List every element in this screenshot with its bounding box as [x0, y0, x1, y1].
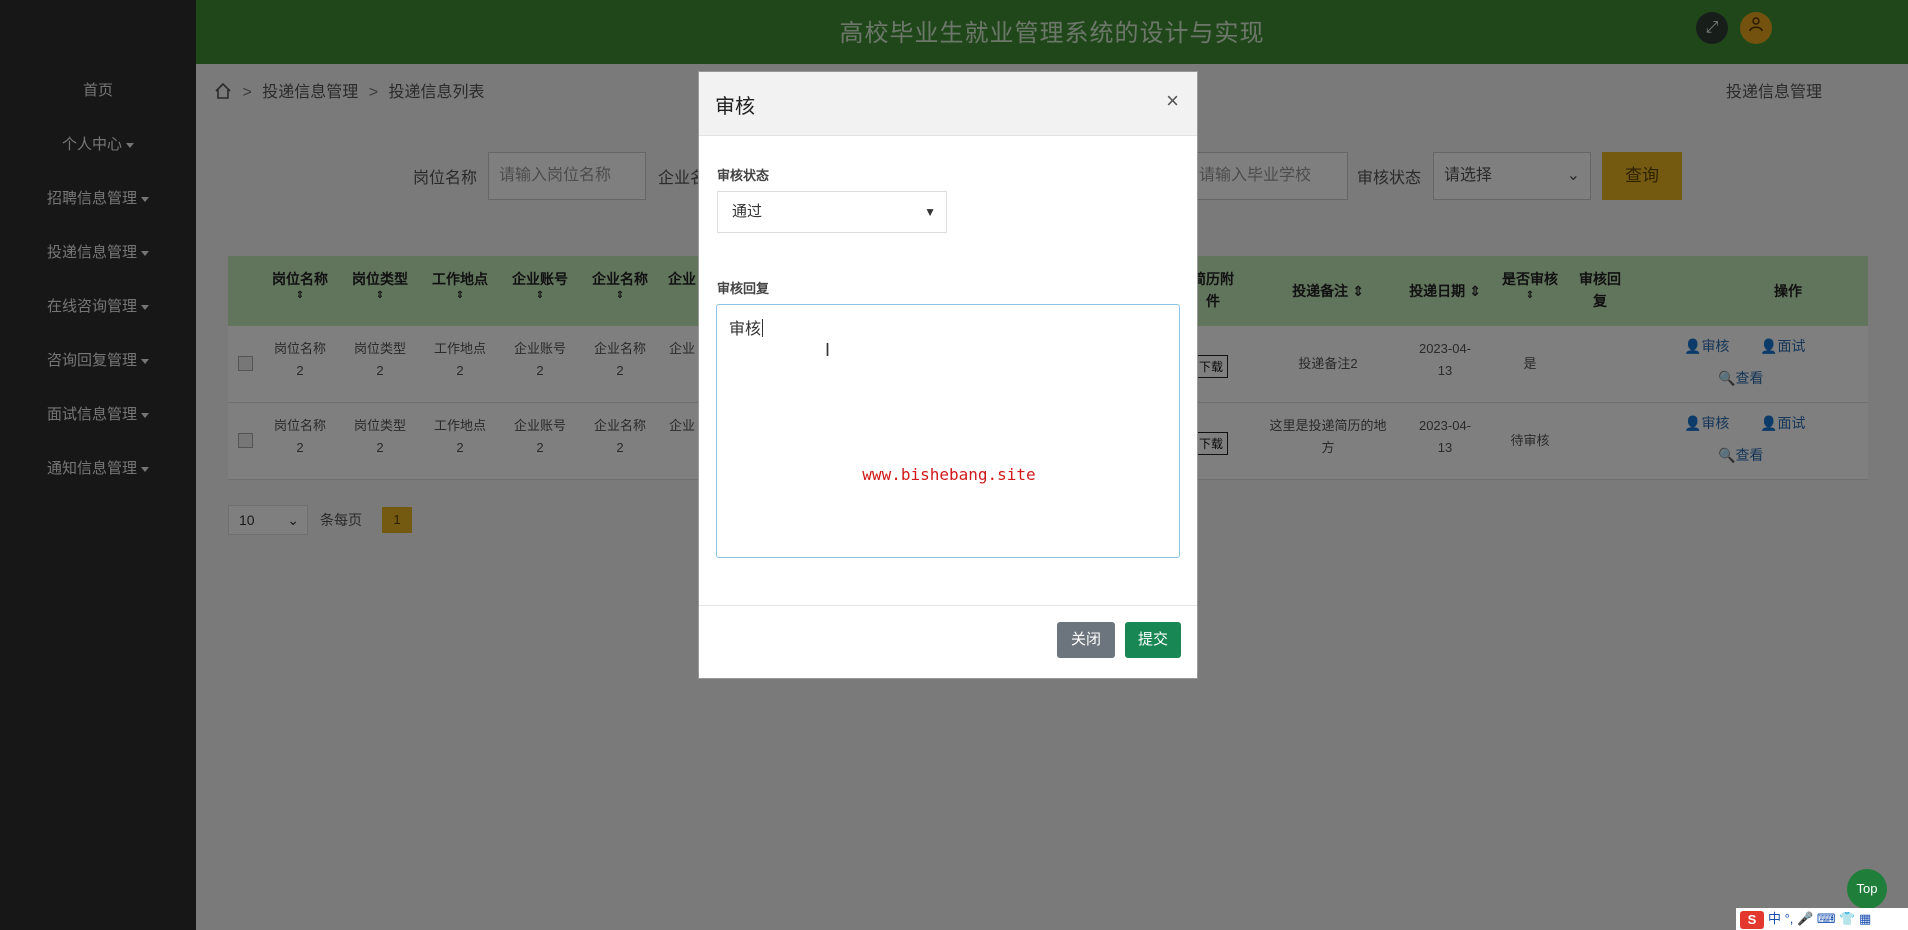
status-field-label: 审核状态	[717, 168, 770, 183]
back-to-top-button[interactable]: Top	[1847, 869, 1887, 909]
close-button[interactable]: 关闭	[1057, 622, 1115, 658]
review-modal: 审核 × 审核状态 通过 ▼ 审核回复 审核 www.bishebang.sit…	[698, 71, 1198, 679]
reply-text: 审核	[729, 321, 762, 338]
ime-toolbar: S 中 °, 🎤 ⌨ 👕 ▦	[1736, 908, 1908, 930]
reply-textarea[interactable]: 审核	[716, 304, 1180, 558]
status-select[interactable]: 通过 ▼	[717, 191, 947, 233]
text-cursor	[762, 319, 764, 337]
reply-field-label: 审核回复	[717, 281, 770, 296]
modal-header: 审核 ×	[699, 72, 1197, 136]
modal-title: 审核	[715, 96, 755, 118]
submit-button[interactable]: 提交	[1125, 622, 1181, 658]
ime-logo-icon: S	[1740, 910, 1764, 929]
modal-footer: 关闭 提交	[699, 605, 1197, 678]
chevron-down-icon: ▼	[924, 205, 936, 219]
close-icon[interactable]: ×	[1166, 88, 1179, 114]
mouse-cursor-icon: I	[825, 340, 831, 360]
ime-status-text: 中 °, 🎤 ⌨ 👕 ▦	[1768, 911, 1872, 926]
watermark-text: www.bishebang.site	[862, 465, 1036, 484]
status-select-value: 通过	[732, 203, 763, 220]
